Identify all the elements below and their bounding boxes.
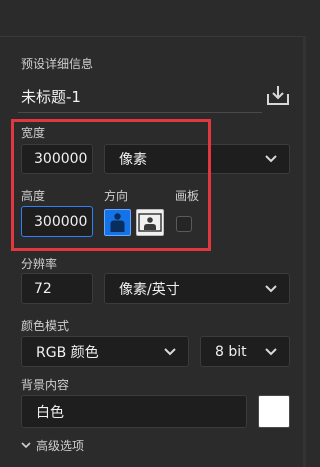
chevron-down-icon [265,155,277,163]
advanced-options-label: 高级选项 [36,439,85,453]
preset-name-underline [18,112,262,113]
scrollbar[interactable] [303,36,306,467]
preset-details-title: 预设详细信息 [21,57,94,71]
top-divider [0,36,306,37]
advanced-options-toggle[interactable]: 高级选项 [21,437,84,454]
bit-depth-select[interactable]: 8 bit [200,336,290,367]
bit-depth-value: 8 bit [215,343,247,360]
chevron-down-icon [164,347,176,355]
preset-name-field[interactable]: 未标题-1 [21,86,81,107]
chevron-down-icon [265,284,277,292]
resolution-label: 分辨率 [21,257,58,271]
chevron-down-icon [21,442,31,449]
highlight-annotation [11,119,211,251]
resolution-unit-value: 像素/英寸 [119,281,180,298]
background-contents-label: 背景内容 [21,378,70,392]
save-preset-icon[interactable] [266,84,290,106]
chevron-down-icon [265,347,277,355]
background-color-swatch[interactable] [258,395,290,428]
background-contents-select[interactable]: 白色 [21,395,247,428]
resolution-input[interactable]: 72 [21,273,93,304]
resolution-unit-select[interactable]: 像素/英寸 [104,273,290,304]
new-document-panel: 预设详细信息 未标题-1 宽度 300000 像素 高度 方向 画板 30000… [0,0,306,467]
color-mode-select[interactable]: RGB 颜色 [21,336,189,367]
color-mode-label: 颜色模式 [21,319,70,333]
color-mode-value: RGB 颜色 [36,344,99,361]
background-contents-value: 白色 [36,404,64,421]
